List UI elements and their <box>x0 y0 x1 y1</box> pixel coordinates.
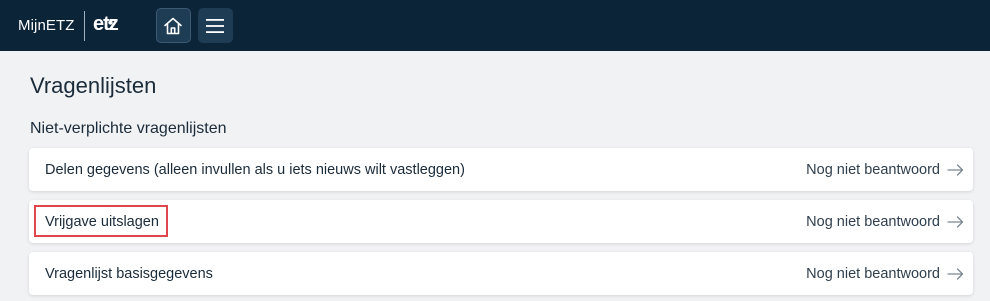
etz-logo-text: etz <box>93 13 119 34</box>
arrow-right-icon <box>947 215 964 228</box>
questionnaire-status-group: Nog niet beantwoord <box>806 214 964 230</box>
top-navigation-bar: MijnETZ etz <box>0 0 990 51</box>
questionnaire-status: Nog niet beantwoord <box>806 265 940 282</box>
page-title: Vragenlijsten <box>30 73 157 98</box>
home-icon <box>164 17 182 34</box>
menu-button[interactable] <box>197 8 233 43</box>
questionnaire-item-delen-gegevens[interactable]: Delen gegevens (alleen invullen als u ie… <box>29 148 973 191</box>
arrow-right-icon <box>947 163 964 176</box>
home-button[interactable] <box>155 8 191 43</box>
section-title: Niet-verplichte vragenlijsten <box>30 120 227 137</box>
arrow-right-icon <box>947 267 964 280</box>
questionnaire-status: Nog niet beantwoord <box>806 213 940 230</box>
brand[interactable]: MijnETZ etz <box>18 0 131 51</box>
questionnaire-status-group: Nog niet beantwoord <box>806 266 964 282</box>
highlight-box <box>34 205 168 237</box>
questionnaire-label: Vragenlijst basisgegevens <box>45 265 213 282</box>
brand-divider <box>83 10 85 41</box>
questionnaire-status: Nog niet beantwoord <box>806 161 940 178</box>
hamburger-menu-icon <box>206 18 225 33</box>
main-content: Vragenlijsten Niet-verplichte vragenlijs… <box>10 51 990 301</box>
brand-name: MijnETZ <box>18 17 75 34</box>
etz-logo-mark: etz <box>93 13 120 35</box>
questionnaire-item-basisgegevens[interactable]: Vragenlijst basisgegevens Nog niet beant… <box>29 252 973 295</box>
questionnaire-label: Delen gegevens (alleen invullen als u ie… <box>45 161 465 178</box>
questionnaire-item-vrijgave-uitslagen[interactable]: Vrijgave uitslagen Nog niet beantwoord <box>29 200 973 243</box>
questionnaire-status-group: Nog niet beantwoord <box>806 162 964 178</box>
etz-logo: etz <box>93 12 131 40</box>
